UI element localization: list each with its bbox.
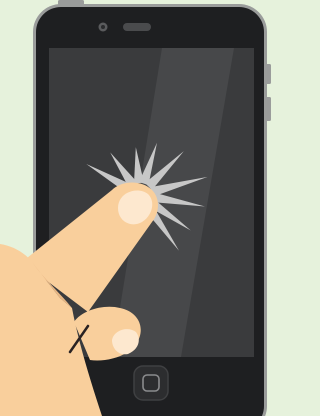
home-button-icon[interactable] <box>133 365 169 401</box>
speaker-slot-icon <box>123 23 151 31</box>
touch-phone-illustration <box>0 0 271 416</box>
